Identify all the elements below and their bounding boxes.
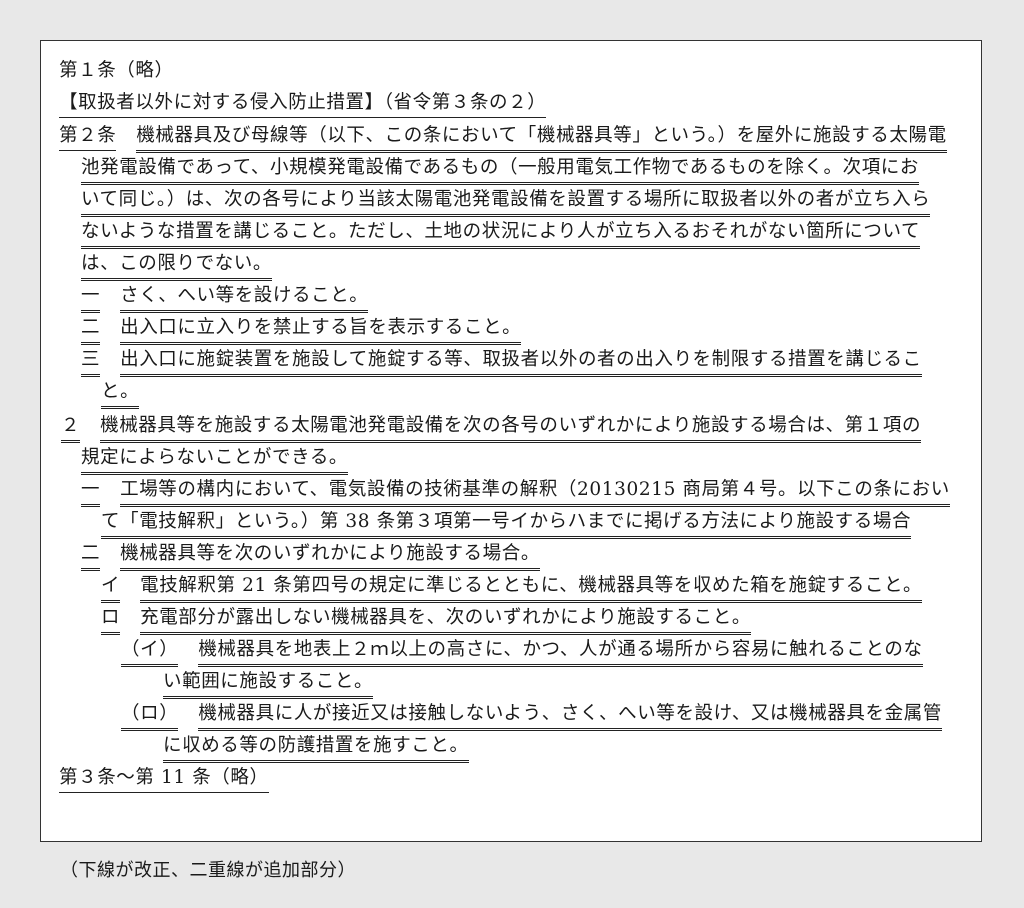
text-line: 一工場等の構内において、電気設備の技術基準の解釈（20130215 商局第４号。… — [81, 477, 950, 507]
text-line: 池発電設備であって、小規模発電設備であるもの（一般用電気工作物であるものを除く。… — [81, 155, 919, 185]
text-line: 三出入口に施錠装置を施設して施錠する等、取扱者以外の者の出入りを制限する措置を講… — [81, 347, 922, 377]
text-line: いて同じ。）は、次の各号により当該太陽電池発電設備を設置する場所に取扱者以外の者… — [81, 187, 931, 217]
text-line: い範囲に施設すること。 — [163, 669, 374, 699]
legend-note: （下線が改正、二重線が追加部分） — [60, 860, 356, 881]
text-line: は、この限りでない。 — [81, 251, 273, 281]
text-line: 一さく、へい等を設けること。 — [81, 283, 369, 313]
text-line: 二機械器具等を次のいずれかにより施設する場合。 — [81, 541, 540, 571]
text-line: 【取扱者以外に対する侵入防止措置】（省令第３条の２） — [59, 90, 547, 118]
text-line: （ロ） 機械器具に人が接近又は接触しないよう、さく、へい等を設け、又は機械器具を金… — [121, 701, 942, 731]
text-line: イ電技解釈第 21 条第四号の規定に準じるとともに、機械器具等を収めた箱を施錠す… — [101, 573, 923, 603]
text-line: （イ） 機械器具を地表上２ｍ以上の高さに、かつ、人が通る場所から容易に触れることの… — [121, 637, 923, 667]
text-line: ないような措置を講じること。ただし、土地の状況により人が立ち入るおそれがない箇所… — [81, 219, 921, 249]
text-line: ロ充電部分が露出しない機械器具を、次のいずれかにより施設すること。 — [101, 605, 751, 635]
text-line: 二出入口に立入りを禁止する旨を表示すること。 — [81, 315, 522, 345]
text-line: て「電技解釈」という。）第 38 条第３項第一号イからハまでに掲げる方法により施… — [101, 509, 912, 539]
text-line: 第２条 機械器具及び母線等（以下、この条において「機械器具等」という。）を屋外に施… — [59, 123, 947, 153]
text-line: 第１条（略） — [59, 60, 174, 81]
text-line: ２ 機械器具等を施設する太陽電池発電設備を次の各号のいずれかにより施設する場合は、… — [61, 413, 922, 443]
text-line: 規定によらないことができる。 — [81, 445, 349, 475]
text-line: に収める等の防護措置を施すこと。 — [163, 733, 469, 763]
text-line: 第３条〜第 11 条（略） — [59, 765, 269, 793]
amendment-text-box: 第１条（略） 【取扱者以外に対する侵入防止措置】（省令第３条の２） 第２条 機械器… — [40, 40, 982, 842]
text-line: と。 — [101, 379, 140, 409]
